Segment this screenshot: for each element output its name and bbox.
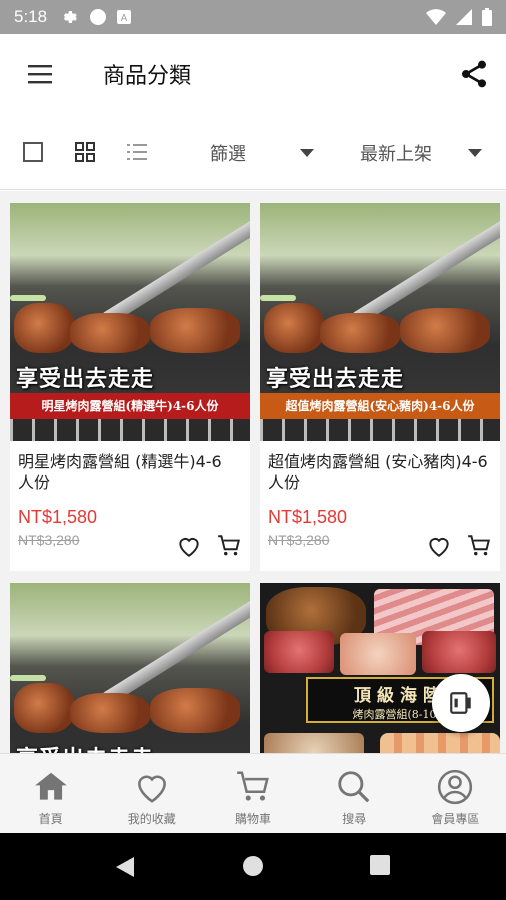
add-to-cart-icon[interactable] xyxy=(466,533,492,559)
product-card[interactable]: 享受出去走走 xyxy=(10,583,250,753)
status-bar: 5:18 A xyxy=(0,0,506,34)
product-grid: 享受出去走走 明星烤肉露營組(精選牛)4-6人份 明星烤肉露營組 (精選牛)4-… xyxy=(0,191,506,753)
filter-dropdown[interactable]: 篩選 xyxy=(210,140,314,166)
status-time: 5:18 xyxy=(14,7,48,26)
tab-label: 購物車 xyxy=(235,812,272,826)
tab-favorites[interactable]: 我的收藏 xyxy=(101,754,202,833)
signal-icon xyxy=(456,9,472,25)
tab-label: 首頁 xyxy=(38,812,63,826)
product-image[interactable]: 享受出去走走 明星烤肉露營組(精選牛)4-6人份 xyxy=(10,203,250,441)
product-card[interactable]: 享受出去走走 明星烤肉露營組(精選牛)4-6人份 明星烤肉露營組 (精選牛)4-… xyxy=(10,203,250,571)
grid-view-icon[interactable] xyxy=(74,141,96,163)
search-icon xyxy=(338,771,370,803)
a-icon: A xyxy=(117,10,132,24)
filter-caret-icon xyxy=(300,149,314,157)
home-icon xyxy=(34,772,67,800)
product-price: NT$1,580 xyxy=(268,507,348,527)
product-card[interactable]: 享受出去走走 超值烤肉露營組(安心豬肉)4-6人份 超值烤肉露營組 (安心豬肉)… xyxy=(260,203,500,571)
page-title: 商品分類 xyxy=(103,64,192,89)
cart-icon xyxy=(237,771,269,801)
settings-icon xyxy=(63,11,77,23)
svg-text:A: A xyxy=(121,13,128,24)
tab-home[interactable]: 首頁 xyxy=(0,754,101,833)
product-name[interactable]: 超值烤肉露營組 (安心豬肉)4-6 人份 xyxy=(260,441,500,497)
recents-icon[interactable] xyxy=(370,855,390,875)
list-view-icon[interactable] xyxy=(126,141,148,163)
back-icon[interactable] xyxy=(114,855,136,879)
recent-items-icon xyxy=(450,692,471,714)
product-image[interactable]: 享受出去走走 xyxy=(10,583,250,753)
image-slogan: 享受出去走走 xyxy=(16,367,155,392)
home-button-icon[interactable] xyxy=(242,855,264,877)
tab-search[interactable]: 搜尋 xyxy=(304,754,405,833)
product-image[interactable]: 享受出去走走 超值烤肉露營組(安心豬肉)4-6人份 xyxy=(260,203,500,441)
tab-label: 會員專區 xyxy=(431,812,480,826)
heart-icon xyxy=(137,775,166,803)
account-icon xyxy=(438,769,473,805)
add-to-cart-icon[interactable] xyxy=(216,533,242,559)
sort-dropdown[interactable]: 最新上架 xyxy=(360,140,482,166)
bottom-navigation: 首頁 我的收藏 購物車 搜尋 會員專區 xyxy=(0,753,506,833)
sort-caret-icon xyxy=(468,149,482,157)
sort-label: 最新上架 xyxy=(360,144,432,165)
product-price: NT$1,580 xyxy=(18,507,98,527)
tab-cart[interactable]: 購物車 xyxy=(202,754,303,833)
system-navigation-bar xyxy=(0,833,506,900)
floating-recent-button[interactable] xyxy=(432,674,490,732)
tab-label: 我的收藏 xyxy=(127,812,176,826)
image-slogan: 享受出去走走 xyxy=(266,367,405,392)
filter-bar: 篩選 最新上架 xyxy=(0,114,506,190)
battery-icon xyxy=(482,8,492,26)
favorite-heart-icon[interactable] xyxy=(176,533,202,559)
favorite-heart-icon[interactable] xyxy=(426,533,452,559)
filter-label: 篩選 xyxy=(210,144,246,165)
product-name[interactable]: 明星烤肉露營組 (精選牛)4-6 人份 xyxy=(10,441,250,497)
app-toolbar: 商品分類 xyxy=(0,34,506,114)
hamburger-icon[interactable] xyxy=(26,62,54,86)
image-ribbon: 超值烤肉露營組(安心豬肉)4-6人份 xyxy=(260,393,500,419)
image-ribbon: 明星烤肉露營組(精選牛)4-6人份 xyxy=(10,393,250,419)
tab-member[interactable]: 會員專區 xyxy=(405,754,506,833)
tab-label: 搜尋 xyxy=(342,812,367,826)
circle-icon xyxy=(90,9,107,25)
wifi-icon xyxy=(426,9,446,25)
share-icon[interactable] xyxy=(458,58,490,90)
single-view-icon[interactable] xyxy=(22,141,44,163)
image-slogan: 享受出去走走 xyxy=(16,741,154,753)
